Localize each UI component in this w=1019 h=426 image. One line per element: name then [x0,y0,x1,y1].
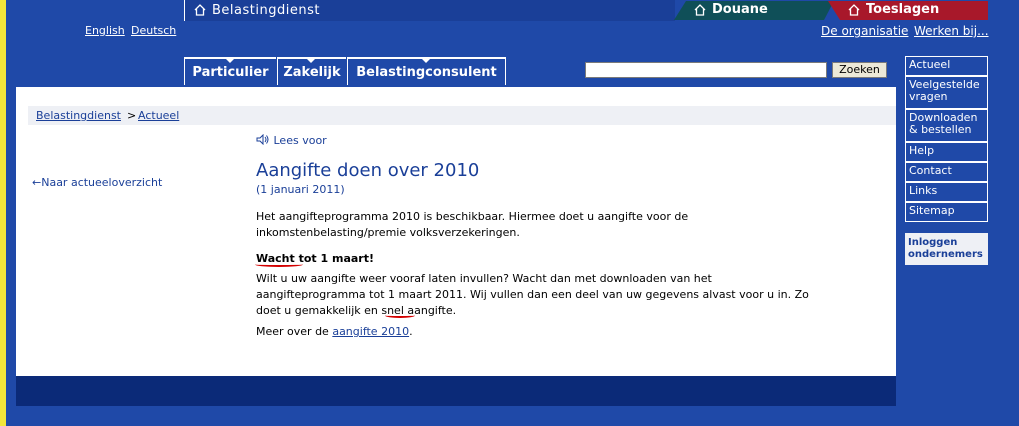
sidebar-item-actueel[interactable]: Actueel [905,56,988,76]
nav-notch [420,57,432,63]
sidebar-item-contact[interactable]: Contact [905,162,988,182]
sidebar-item-veelgestelde-vragen[interactable]: Veelgestelde vragen [905,76,988,109]
aangifte-2010-link[interactable]: aangifte 2010 [332,325,409,338]
back-link[interactable]: ←Naar actueeloverzicht [32,176,162,189]
sidebar-item-help[interactable]: Help [905,142,988,162]
lees-voor-link[interactable]: Lees voor [256,133,327,147]
speaker-icon [256,133,269,146]
sidebar-item-links[interactable]: Links [905,182,988,202]
more-line: Meer over de aangifte 2010. [256,325,413,338]
left-edge [0,0,6,426]
nav-notch [224,57,236,63]
article-date: (1 januari 2011) [256,183,345,196]
link-werken-bij[interactable]: Werken bij... [914,24,989,38]
search-input[interactable] [585,62,827,78]
breadcrumb-separator: > [127,109,137,122]
sidebar-item-sitemap[interactable]: Sitemap [905,202,988,222]
annotation-underline [385,313,415,318]
arrow-left-icon: ← [32,176,42,189]
annotation-underline [255,262,303,267]
lang-english[interactable]: English [85,24,125,37]
lang-deutsch[interactable]: Deutsch [131,24,176,37]
page-title: Aangifte doen over 2010 [256,160,480,181]
home-icon [694,4,706,16]
home-icon [194,4,206,16]
home-icon [848,4,860,16]
body-paragraph: Wilt u uw aangifte weer vooraf laten inv… [256,272,809,317]
nav-notch [305,57,317,63]
breadcrumb-current[interactable]: Actueel [138,109,179,122]
section-heading: Wacht tot 1 maart! [256,252,374,265]
search-button[interactable]: Zoeken [832,62,887,78]
footer-bar [16,376,896,406]
brand-name[interactable]: Belastingdienst [212,3,320,18]
breadcrumb-root[interactable]: Belastingdienst [36,109,121,122]
intro-paragraph: Het aangifteprogramma 2010 is beschikbaa… [256,210,689,239]
tab-douane-label[interactable]: Douane [712,2,768,17]
sidebar-item-downloaden[interactable]: Downloaden & bestellen [905,109,988,142]
login-ondernemers-button[interactable]: Inloggen ondernemers [905,233,988,265]
tab-toeslagen-label[interactable]: Toeslagen [866,2,939,17]
link-organisatie[interactable]: De organisatie [821,24,908,38]
